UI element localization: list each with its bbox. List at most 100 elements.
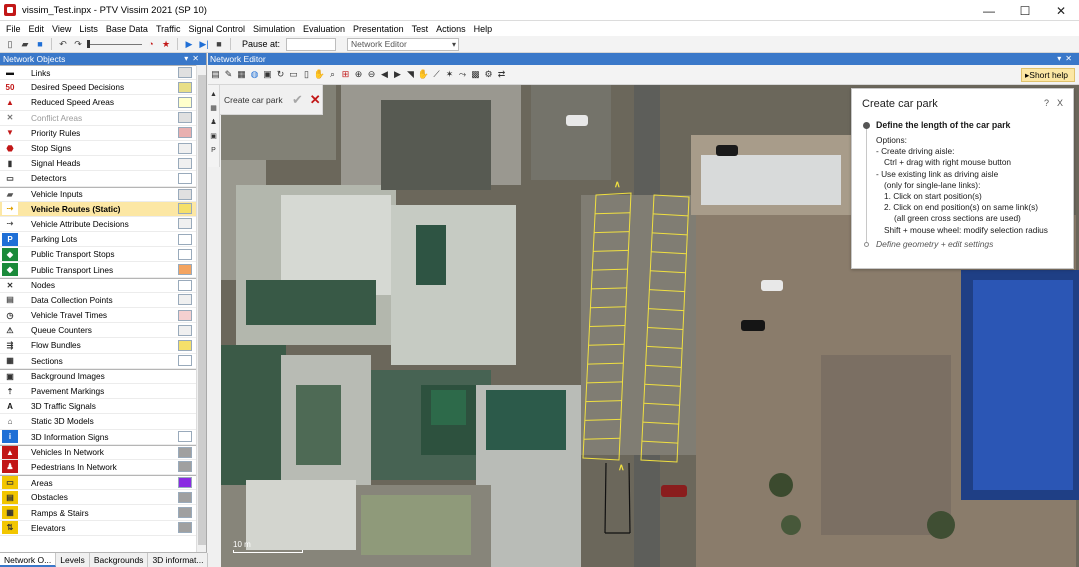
pedestrian-icon[interactable]: ♟ (209, 117, 219, 127)
save-icon[interactable]: ■ (34, 38, 46, 50)
network-object-row[interactable]: ♟ Pedestrians In Network (0, 460, 196, 476)
parking-lot-icon[interactable]: ▦ (209, 103, 219, 113)
undo-icon[interactable]: ↶ (57, 38, 69, 50)
graphic-parameter-swatch[interactable] (178, 233, 192, 245)
network-object-row[interactable]: ⚠ Queue Counters (0, 323, 196, 339)
zoom-in-icon[interactable]: ⊕ (353, 69, 364, 80)
network-object-row[interactable]: ▭ Detectors (0, 171, 196, 187)
menu-edit[interactable]: Edit (25, 24, 49, 34)
cancel-x-icon[interactable]: ✕ (308, 92, 322, 107)
menu-actions[interactable]: Actions (432, 24, 470, 34)
layers-icon[interactable]: ▣ (262, 69, 273, 80)
simulation-speed-slider[interactable] (87, 40, 142, 48)
open-folder-icon[interactable]: ▰ (19, 38, 31, 50)
graphic-parameter-swatch[interactable] (178, 507, 192, 519)
zoom-out-icon[interactable]: ⊖ (366, 69, 377, 80)
graphic-parameter-swatch[interactable] (178, 522, 192, 534)
help-question-icon[interactable]: ? (1044, 98, 1049, 108)
graphic-parameter-swatch[interactable] (178, 477, 192, 489)
redo-icon[interactable]: ↷ (72, 38, 84, 50)
network-object-row[interactable]: ▤ Obstacles (0, 490, 196, 506)
screenshot-icon[interactable]: ▩ (470, 69, 481, 80)
graphic-parameter-swatch[interactable] (178, 203, 192, 215)
measure-icon[interactable]: ⟋ (431, 69, 442, 80)
network-object-row[interactable]: ▼ Priority Rules (0, 126, 196, 141)
menu-base-data[interactable]: Base Data (102, 24, 152, 34)
play-icon[interactable]: ▶ (183, 38, 195, 50)
trajectory-icon[interactable]: ⤳ (457, 69, 468, 80)
network-object-row[interactable]: ◆ Public Transport Stops (0, 247, 196, 263)
tab-backgrounds[interactable]: Backgrounds (90, 553, 149, 567)
menu-test[interactable]: Test (408, 24, 433, 34)
pedestrian-tool-icon[interactable]: ✶ (444, 69, 455, 80)
max-speed-star-icon[interactable]: ★ (160, 38, 172, 50)
graphic-parameter-swatch[interactable] (178, 172, 192, 184)
menu-help[interactable]: Help (470, 24, 497, 34)
network-object-row[interactable]: ▮ Signal Heads (0, 156, 196, 172)
close-button[interactable]: ✕ (1043, 0, 1079, 21)
network-object-row[interactable]: A 3D Traffic Signals (0, 399, 196, 415)
graphic-parameter-swatch[interactable] (178, 112, 192, 124)
graphic-parameter-swatch[interactable] (178, 294, 192, 306)
graphic-parameter-swatch[interactable] (178, 218, 192, 230)
network-object-row[interactable]: ▤ Data Collection Points (0, 293, 196, 308)
stop-icon[interactable]: ■ (213, 38, 225, 50)
graphic-parameter-swatch[interactable] (178, 446, 192, 458)
graphic-parameter-swatch[interactable] (178, 248, 192, 260)
minimize-button[interactable]: — (971, 0, 1007, 21)
parking-p-icon[interactable]: P (209, 145, 219, 155)
network-object-row[interactable]: ⇢ Vehicle Routes (Static) (0, 201, 196, 217)
network-object-row[interactable]: ◆ Public Transport Lines (0, 262, 196, 278)
graphic-parameter-swatch[interactable] (178, 491, 192, 503)
refresh-icon[interactable]: ↻ (275, 69, 286, 80)
network-object-row[interactable]: ▦ Ramps & Stairs (0, 505, 196, 521)
network-object-row[interactable]: ✕ Nodes (0, 277, 196, 293)
tab-network-objects[interactable]: Network O... (0, 553, 57, 567)
maximize-button[interactable]: ☐ (1007, 0, 1043, 21)
forward-arrow-icon[interactable]: ▶ (392, 69, 403, 80)
new-file-icon[interactable]: ▯ (4, 38, 16, 50)
settings-icon[interactable]: ⚙ (483, 69, 494, 80)
menu-simulation[interactable]: Simulation (249, 24, 299, 34)
network-object-row[interactable]: ▲ Reduced Speed Areas (0, 95, 196, 111)
network-object-row[interactable]: ▦ Sections (0, 354, 196, 369)
help-close-icon[interactable]: X (1057, 98, 1063, 108)
back-arrow-icon[interactable]: ◀ (379, 69, 390, 80)
camera-position-icon[interactable]: ◥ (405, 69, 416, 80)
zoom-all-icon[interactable]: ⊞ (340, 69, 351, 80)
network-object-row[interactable]: ▭ Areas (0, 475, 196, 491)
menu-evaluation[interactable]: Evaluation (299, 24, 349, 34)
network-editor-select[interactable]: Network Editor (347, 37, 460, 51)
graphic-parameter-swatch[interactable] (178, 81, 192, 93)
tab-3d-information[interactable]: 3D informat... (148, 553, 209, 567)
network-object-row[interactable]: ⬣ Stop Signs (0, 141, 196, 157)
network-object-row[interactable]: ◷ Vehicle Travel Times (0, 308, 196, 324)
network-object-row[interactable]: ⇡ Pavement Markings (0, 384, 196, 400)
network-object-row[interactable]: 50 Desired Speed Decisions (0, 80, 196, 96)
network-object-row[interactable]: ⇅ Elevators (0, 521, 196, 536)
graphic-parameter-swatch[interactable] (178, 339, 192, 351)
scrollbar-thumb[interactable] (198, 75, 206, 545)
graphic-parameter-swatch[interactable] (178, 431, 192, 443)
editor-menu-icon[interactable]: ▤ (210, 69, 221, 80)
menu-view[interactable]: View (48, 24, 75, 34)
graphic-parameter-swatch[interactable] (178, 279, 192, 291)
menu-lists[interactable]: Lists (75, 24, 102, 34)
graphic-parameter-swatch[interactable] (178, 461, 192, 473)
menu-signal-control[interactable]: Signal Control (184, 24, 249, 34)
short-help-button[interactable]: ▸Short help (1021, 68, 1075, 82)
confirm-check-icon[interactable]: ✔ (291, 92, 305, 107)
graphic-parameter-swatch[interactable] (178, 355, 192, 367)
tab-levels[interactable]: Levels (56, 553, 90, 567)
network-object-row[interactable]: ▣ Background Images (0, 368, 196, 384)
graphic-parameter-swatch[interactable] (178, 324, 192, 336)
network-object-row[interactable]: ▰ Vehicle Inputs (0, 186, 196, 202)
speedometer-icon[interactable]: ◔ (145, 38, 157, 50)
graphic-parameter-swatch[interactable] (178, 157, 192, 169)
graphic-parameter-swatch[interactable] (178, 264, 192, 276)
copy-icon[interactable]: ▭ (288, 69, 299, 80)
pan-icon[interactable]: ✋ (314, 69, 325, 80)
network-object-row[interactable]: ⌂ Static 3D Models (0, 414, 196, 430)
slider-thumb[interactable] (87, 40, 90, 48)
network-object-row[interactable]: ⇢ Vehicle Attribute Decisions (0, 217, 196, 233)
